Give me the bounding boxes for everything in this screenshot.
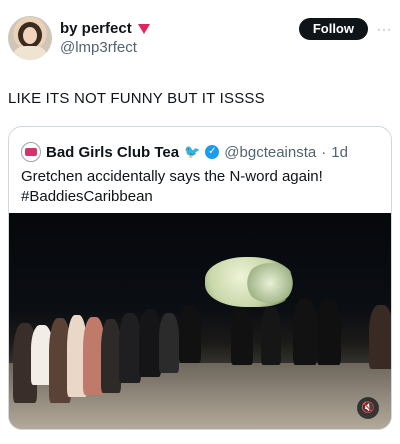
user-handle[interactable]: @lmp3rfect xyxy=(60,39,150,56)
display-name[interactable]: by perfect xyxy=(60,20,132,37)
twitter-bird-icon: 🐦 xyxy=(184,144,201,159)
heart-badge-icon xyxy=(137,23,150,34)
quoted-display-name[interactable]: Bad Girls Club Tea xyxy=(46,144,179,161)
person xyxy=(139,309,161,377)
speaker-muted-icon[interactable]: 🔇 xyxy=(357,397,379,419)
person xyxy=(119,313,141,383)
quoted-post[interactable]: Bad Girls Club Tea 🐦 ✓ @bgcteainsta · 1d… xyxy=(8,126,392,430)
person xyxy=(101,319,121,393)
person xyxy=(231,309,253,365)
quoted-timestamp[interactable]: 1d xyxy=(331,144,348,161)
person xyxy=(317,299,341,365)
separator: · xyxy=(321,143,327,161)
quoted-avatar[interactable] xyxy=(21,142,41,162)
quoted-post-header: Bad Girls Club Tea 🐦 ✓ @bgcteainsta · 1d xyxy=(21,142,348,162)
quoted-text-line: Gretchen accidentally says the N-word ag… xyxy=(21,168,323,185)
avatar[interactable] xyxy=(8,16,52,60)
person xyxy=(159,313,179,373)
post-header: by perfect @lmp3rfect Follow ··· xyxy=(8,14,392,64)
author-info: by perfect @lmp3rfect xyxy=(60,20,150,56)
more-icon[interactable]: ··· xyxy=(377,22,392,36)
post-text: LIKE ITS NOT FUNNY BUT IT ISSSS xyxy=(8,90,265,107)
follow-button[interactable]: Follow xyxy=(298,18,368,40)
quoted-hashtag[interactable]: #BaddiesCaribbean xyxy=(21,187,371,207)
verified-icon: ✓ xyxy=(205,145,220,159)
quoted-handle[interactable]: @bgcteainsta xyxy=(224,144,316,161)
video-player[interactable]: 🔇 xyxy=(9,213,391,429)
person xyxy=(293,299,317,365)
tree xyxy=(245,263,295,303)
person xyxy=(369,305,391,369)
person xyxy=(261,307,281,365)
person xyxy=(179,305,201,363)
quoted-text: Gretchen accidentally says the N-word ag… xyxy=(21,167,371,207)
